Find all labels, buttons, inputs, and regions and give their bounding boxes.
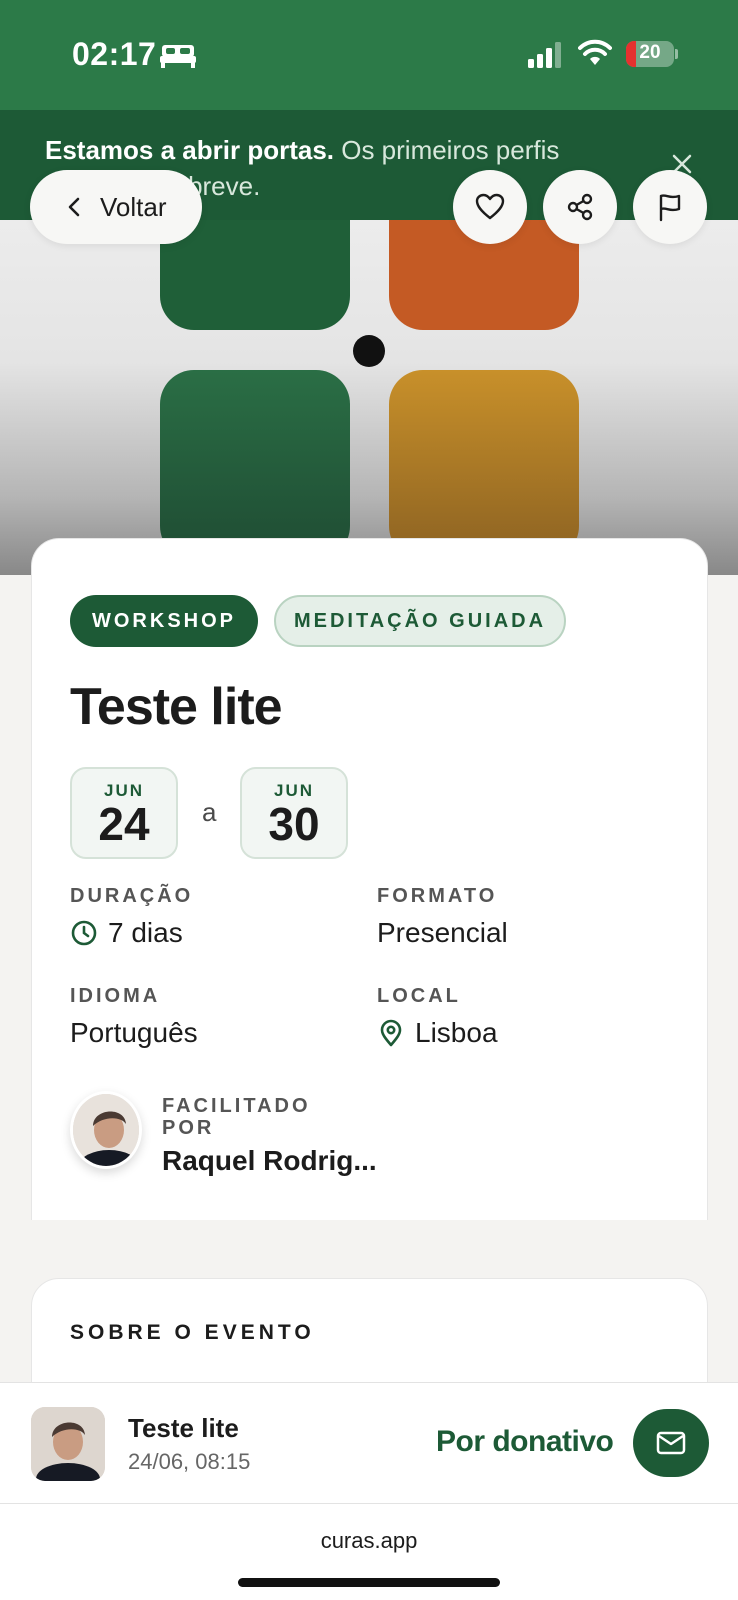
- status-bar: 02:17 20: [0, 0, 738, 110]
- share-icon: [567, 193, 593, 221]
- date-separator: a: [202, 797, 217, 827]
- person-photo: [31, 1407, 105, 1481]
- facilitator-label: FACILITADO POR: [162, 1095, 311, 1139]
- subcategory-tag[interactable]: MEDITAÇÃO GUIADA: [274, 595, 566, 647]
- category-tag[interactable]: WORKSHOP: [70, 595, 258, 647]
- status-time: 02:17: [72, 36, 157, 72]
- format-label: FORMATO: [377, 885, 498, 907]
- signal-icon: [528, 42, 561, 68]
- location-label: LOCAL: [377, 985, 461, 1007]
- bed-icon: [160, 45, 196, 68]
- facilitator-avatar[interactable]: [70, 1091, 142, 1169]
- wifi-icon: [578, 39, 612, 65]
- heart-icon: [475, 193, 505, 220]
- about-title: SOBRE O EVENTO: [70, 1321, 315, 1344]
- share-button[interactable]: [543, 170, 617, 244]
- duration-value: 7 dias: [70, 917, 183, 949]
- chevron-left-icon: [68, 197, 80, 217]
- price-label: Por donativo: [436, 1425, 614, 1458]
- url-text[interactable]: curas.app: [0, 1528, 738, 1554]
- report-button[interactable]: [633, 170, 707, 244]
- bar-event-datetime: 24/06, 08:15: [128, 1449, 251, 1474]
- favorite-button[interactable]: [453, 170, 527, 244]
- cover-tile: [160, 370, 350, 560]
- start-date: JUN 24: [70, 767, 178, 859]
- format-value: Presencial: [377, 917, 508, 948]
- back-button[interactable]: Voltar: [30, 170, 202, 244]
- message-button[interactable]: [633, 1409, 709, 1477]
- battery-indicator: 20: [626, 41, 674, 67]
- event-cover-image: [0, 220, 738, 575]
- browser-url-bar: curas.app: [0, 1504, 738, 1600]
- clock-icon: [71, 920, 97, 946]
- location-text: Lisboa: [415, 1017, 498, 1048]
- event-thumbnail: [31, 1407, 105, 1481]
- booking-bar: Teste lite 24/06, 08:15 Por donativo: [0, 1382, 738, 1504]
- event-title: Teste lite: [70, 678, 283, 736]
- cover-tile: [389, 370, 579, 560]
- language-value: Português: [70, 1017, 198, 1048]
- facilitator-name[interactable]: Raquel Rodrig...: [162, 1145, 377, 1177]
- flag-icon: [659, 194, 681, 222]
- cover-tile: [160, 220, 350, 330]
- announcement-bold: Estamos a abrir portas.: [45, 135, 334, 165]
- back-label: Voltar: [100, 191, 167, 222]
- end-day: 30: [268, 798, 320, 850]
- end-date: JUN 30: [240, 767, 348, 859]
- event-details-card: WORKSHOP MEDITAÇÃO GUIADA Teste lite JUN…: [31, 538, 708, 1220]
- mail-icon: [656, 1431, 686, 1455]
- start-day: 24: [98, 798, 150, 850]
- bar-event-title: Teste lite: [128, 1413, 239, 1443]
- battery-level: 20: [639, 42, 661, 63]
- language-label: IDIOMA: [70, 985, 161, 1007]
- home-indicator[interactable]: [238, 1578, 500, 1587]
- duration-label: DURAÇÃO: [70, 885, 194, 907]
- map-pin-icon: [380, 1019, 402, 1047]
- duration-text: 7 dias: [108, 917, 183, 948]
- person-photo: [73, 1094, 139, 1166]
- cover-dot: [353, 335, 385, 367]
- location-value: Lisboa: [377, 1017, 498, 1049]
